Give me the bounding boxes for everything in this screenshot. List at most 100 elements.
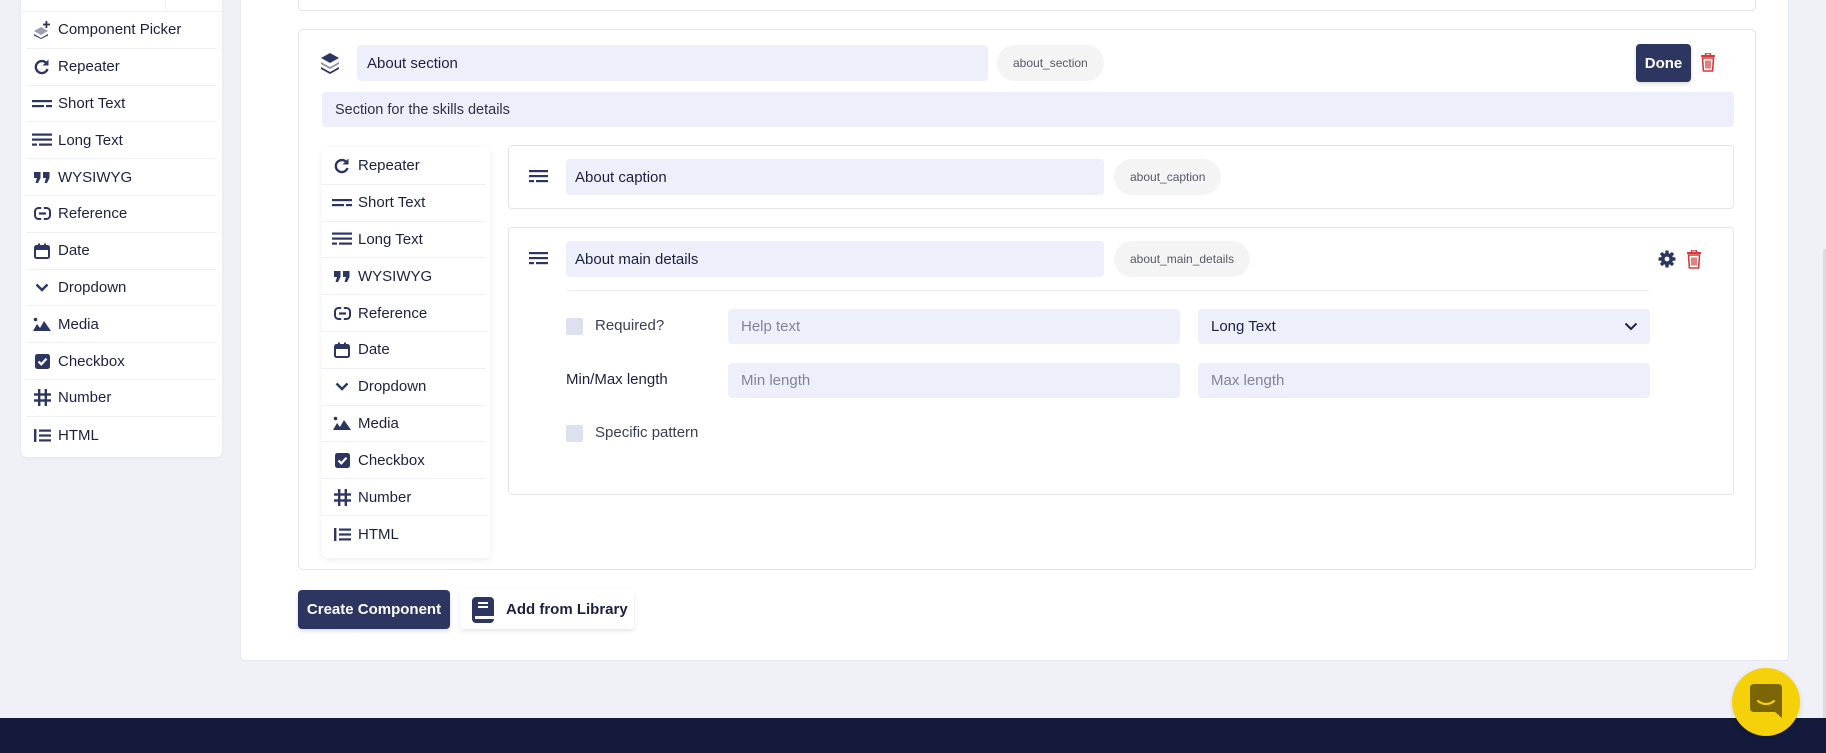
- add-from-library-label: Add from Library: [506, 601, 628, 618]
- field-type-item-number[interactable]: Number: [322, 479, 486, 516]
- field-type-label: WYSIWYG: [358, 267, 433, 285]
- max-length-input[interactable]: Max length: [1198, 363, 1650, 398]
- field-type-item-wysiwyg[interactable]: WYSIWYG: [26, 159, 217, 196]
- long-text-icon[interactable]: [529, 251, 548, 266]
- field-type-label: WYSIWYG: [58, 168, 133, 186]
- required-checkbox[interactable]: [566, 318, 583, 335]
- required-label: Required?: [595, 317, 665, 334]
- image-icon: [332, 414, 352, 432]
- specific-pattern-checkbox[interactable]: [566, 425, 583, 442]
- field-type-item-repeater[interactable]: Repeater: [322, 148, 486, 185]
- min-length-input[interactable]: Min length: [728, 363, 1180, 398]
- add-from-library-button[interactable]: Add from Library: [460, 590, 634, 629]
- field-type-label: Media: [58, 315, 99, 333]
- field-type-item-date[interactable]: Date: [322, 332, 486, 369]
- field-type-item-repeater[interactable]: Repeater: [26, 49, 217, 86]
- list-icon: [32, 426, 52, 444]
- field-type-item-reference[interactable]: Reference: [322, 295, 486, 332]
- field-type-label: HTML: [358, 525, 399, 543]
- field-type-label: Number: [358, 488, 412, 506]
- field-type-item-media[interactable]: Media: [322, 406, 486, 443]
- field-type-item-short-text[interactable]: Short Text: [322, 185, 486, 222]
- repeat-icon: [332, 157, 352, 175]
- min-max-label: Min/Max length: [566, 371, 668, 388]
- field-type-label: Number: [58, 389, 112, 407]
- quote-icon: [332, 267, 352, 285]
- long-text-icon[interactable]: [529, 169, 548, 184]
- field-type-sidebar: Component Picker Repeater Short Text Long T…: [21, 0, 222, 457]
- field-title-input[interactable]: About main details: [566, 241, 1104, 277]
- field-type-item-media[interactable]: Media: [26, 306, 217, 344]
- chat-widget-button[interactable]: [1732, 668, 1800, 736]
- calendar-icon: [332, 341, 352, 359]
- field-type-item-dropdown[interactable]: Dropdown: [322, 369, 486, 406]
- specific-pattern-label: Specific pattern: [595, 424, 699, 441]
- previous-component-card: [298, 0, 1756, 11]
- field-type-select[interactable]: Long Text: [1198, 309, 1650, 344]
- gear-icon[interactable]: [1658, 250, 1676, 268]
- checkbox-icon: [332, 451, 352, 469]
- field-title-input[interactable]: About caption: [566, 159, 1104, 195]
- field-type-label: Reference: [58, 205, 128, 223]
- short-text-icon: [32, 94, 52, 112]
- repeat-icon: [32, 58, 52, 76]
- field-type-label: Repeater: [58, 58, 120, 76]
- calendar-icon: [32, 242, 52, 260]
- field-type-item-html[interactable]: HTML: [322, 516, 486, 553]
- long-text-icon: [332, 230, 352, 248]
- field-type-label: HTML: [58, 426, 99, 444]
- field-type-item-html[interactable]: HTML: [26, 417, 217, 454]
- chevron-down-icon: [1624, 322, 1638, 331]
- field-type-label: Media: [358, 414, 399, 432]
- link-icon: [332, 304, 352, 322]
- short-text-icon: [332, 194, 352, 212]
- field-type-item-wysiwyg[interactable]: WYSIWYG: [322, 258, 486, 296]
- nested-field-type-list: Repeater Short Text Long Text WYSIWYG Refere…: [322, 147, 490, 558]
- done-button[interactable]: Done: [1636, 44, 1691, 82]
- component-picker-icon: [32, 20, 52, 39]
- book-icon: [472, 596, 494, 623]
- trash-icon[interactable]: [1686, 250, 1702, 269]
- field-type-label: Checkbox: [358, 451, 425, 469]
- field-type-label: Dropdown: [358, 378, 427, 396]
- field-key-badge: about_main_details: [1114, 241, 1251, 277]
- checkbox-icon: [32, 352, 52, 370]
- field-type-item-checkbox[interactable]: Checkbox: [322, 442, 486, 480]
- quote-icon: [32, 168, 52, 186]
- sidebar-top-row: [21, 0, 222, 12]
- field-type-item-long-text[interactable]: Long Text: [322, 222, 486, 259]
- field-divider: [566, 290, 1649, 291]
- field-type-label: Component Picker: [58, 21, 182, 39]
- link-icon: [32, 205, 52, 223]
- list-icon: [332, 525, 352, 543]
- field-type-item-number[interactable]: Number: [26, 380, 217, 417]
- field-type-item-component-picker[interactable]: Component Picker: [26, 12, 217, 49]
- field-type-item-long-text[interactable]: Long Text: [26, 122, 217, 160]
- field-type-label: Long Text: [358, 230, 423, 248]
- chat-icon: [1750, 684, 1782, 720]
- field-type-item-date[interactable]: Date: [26, 233, 217, 270]
- field-type-value: Long Text: [1211, 318, 1276, 335]
- field-type-label: Date: [358, 341, 390, 359]
- field-type-label: Reference: [358, 304, 428, 322]
- create-component-button[interactable]: Create Component: [298, 590, 450, 629]
- field-type-item-reference[interactable]: Reference: [26, 196, 217, 233]
- section-description-input[interactable]: Section for the skills details: [322, 92, 1734, 127]
- field-type-item-dropdown[interactable]: Dropdown: [26, 270, 217, 307]
- field-type-label: Long Text: [58, 131, 123, 149]
- field-type-label: Checkbox: [58, 352, 125, 370]
- field-type-item-checkbox[interactable]: Checkbox: [26, 343, 217, 380]
- field-type-label: Short Text: [58, 94, 126, 112]
- field-type-item-short-text[interactable]: Short Text: [26, 86, 217, 123]
- section-title-input[interactable]: About section: [357, 45, 988, 81]
- trash-icon[interactable]: [1700, 53, 1716, 72]
- field-type-label: Date: [58, 242, 90, 260]
- chevron-down-icon: [332, 378, 352, 396]
- field-type-label: Short Text: [358, 194, 426, 212]
- hash-icon: [332, 488, 352, 506]
- layers-icon: [320, 52, 340, 74]
- chevron-down-icon: [32, 278, 52, 296]
- help-text-input[interactable]: Help text: [728, 309, 1180, 344]
- section-key-badge: about_section: [997, 45, 1104, 81]
- field-type-label: Dropdown: [58, 278, 127, 296]
